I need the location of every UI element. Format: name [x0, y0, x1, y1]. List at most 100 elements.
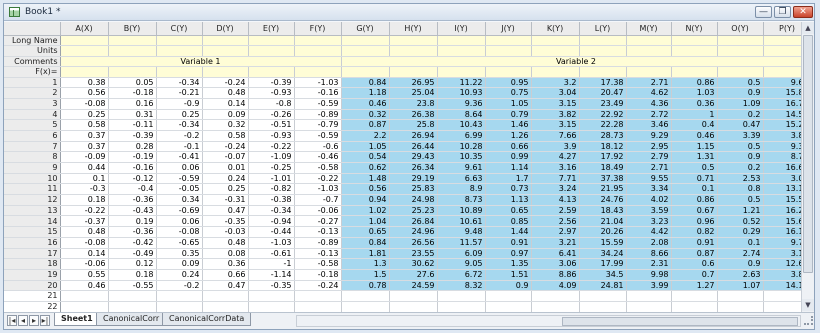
data-cell[interactable]: 0.87 [341, 119, 390, 131]
data-cell[interactable]: 0.25 [202, 183, 249, 196]
row-number[interactable]: 12 [4, 194, 61, 206]
row-number[interactable]: 14 [4, 215, 61, 228]
data-cell[interactable]: 10.93 [437, 87, 486, 99]
data-cell[interactable]: 1.05 [485, 98, 532, 110]
data-cell[interactable]: -1.03 [248, 237, 295, 249]
label-cell[interactable] [763, 66, 801, 78]
data-cell[interactable]: 0.05 [108, 77, 157, 89]
data-cell[interactable]: 0.1 [60, 173, 109, 185]
label-cell[interactable] [60, 35, 109, 46]
data-cell[interactable]: 25.83 [389, 183, 438, 196]
column-header[interactable]: A(X) [60, 22, 109, 36]
data-cell[interactable]: -0.22 [248, 141, 295, 153]
title-bar[interactable]: Book1 * — ❐ ✕ [4, 4, 814, 21]
data-cell[interactable]: 0.5 [671, 162, 718, 174]
data-cell[interactable]: -0.36 [108, 226, 157, 238]
row-number[interactable]: 18 [4, 258, 61, 270]
data-cell[interactable]: 0.8 [717, 183, 764, 196]
data-cell[interactable] [341, 290, 390, 302]
data-cell[interactable] [763, 301, 801, 312]
data-cell[interactable]: 2.53 [717, 173, 764, 185]
data-cell[interactable]: 10.35 [437, 151, 486, 163]
data-cell[interactable]: 0.48 [202, 87, 249, 99]
data-cell[interactable]: -0.43 [108, 205, 157, 217]
data-cell[interactable]: 0.75 [485, 87, 532, 99]
data-cell[interactable]: 20.47 [579, 87, 627, 99]
data-cell[interactable]: -0.18 [294, 269, 342, 281]
data-cell[interactable]: 4.62 [626, 87, 672, 99]
data-cell[interactable]: 0.14 [202, 98, 249, 110]
data-cell[interactable] [485, 301, 532, 312]
data-cell[interactable]: 3.82 [531, 109, 580, 121]
data-cell[interactable]: 26.84 [389, 215, 438, 228]
data-cell[interactable]: 20.26 [579, 226, 627, 238]
data-cell[interactable]: 0.85 [485, 215, 532, 228]
data-cell[interactable]: 3.15 [531, 119, 580, 131]
data-cell[interactable]: 22.92 [579, 109, 627, 121]
data-cell[interactable]: 0.46 [671, 130, 718, 142]
data-cell[interactable]: -0.7 [294, 194, 342, 206]
data-cell[interactable]: 0.55 [60, 269, 109, 281]
row-label[interactable]: F(x)= [4, 66, 61, 78]
data-cell[interactable]: -1.09 [248, 151, 295, 163]
data-cell[interactable]: 0.32 [202, 119, 249, 131]
label-cell[interactable] [437, 45, 486, 57]
data-cell[interactable]: 0.91 [485, 237, 532, 249]
data-cell[interactable] [671, 301, 718, 312]
label-cell[interactable] [341, 35, 390, 46]
data-cell[interactable]: -0.51 [248, 119, 295, 131]
horizontal-scroll-thumb[interactable] [562, 317, 798, 326]
data-cell[interactable] [389, 301, 438, 312]
data-cell[interactable]: 14.59 [763, 109, 801, 121]
data-cell[interactable]: -0.58 [294, 162, 342, 174]
row-number[interactable]: 3 [4, 98, 61, 110]
data-cell[interactable]: -0.18 [108, 87, 157, 99]
data-cell[interactable]: 16.15 [763, 226, 801, 238]
data-cell[interactable]: 1.05 [341, 141, 390, 153]
label-cell[interactable] [108, 66, 157, 78]
label-cell[interactable] [294, 45, 342, 57]
data-cell[interactable]: 24.98 [389, 194, 438, 206]
data-cell[interactable]: -0.59 [294, 130, 342, 142]
label-cell[interactable] [202, 35, 249, 46]
data-cell[interactable]: 0.86 [671, 77, 718, 89]
data-cell[interactable]: 10.89 [437, 205, 486, 217]
data-cell[interactable]: -0.35 [202, 215, 249, 228]
data-cell[interactable]: -0.4 [108, 183, 157, 196]
data-cell[interactable]: 0.73 [485, 183, 532, 196]
data-cell[interactable]: 3.2 [531, 77, 580, 89]
data-cell[interactable]: 30.62 [389, 258, 438, 270]
data-cell[interactable]: -1.03 [294, 77, 342, 89]
data-cell[interactable]: 21.04 [579, 215, 627, 228]
data-cell[interactable]: 0.46 [341, 98, 390, 110]
data-cell[interactable]: 2.63 [717, 269, 764, 281]
label-cell[interactable] [202, 45, 249, 57]
data-cell[interactable]: 0.48 [60, 226, 109, 238]
data-cell[interactable]: -0.82 [248, 183, 295, 196]
data-cell[interactable]: 4.36 [626, 98, 672, 110]
data-cell[interactable]: 1.04 [341, 215, 390, 228]
row-number[interactable]: 4 [4, 109, 61, 121]
data-cell[interactable]: 23.8 [389, 98, 438, 110]
data-cell[interactable]: 9.61 [437, 162, 486, 174]
data-cell[interactable]: 9.78 [763, 237, 801, 249]
data-cell[interactable]: -1.14 [248, 269, 295, 281]
data-cell[interactable] [763, 290, 801, 302]
data-cell[interactable]: 26.38 [389, 109, 438, 121]
close-button[interactable]: ✕ [793, 6, 813, 18]
data-cell[interactable]: 8.64 [437, 109, 486, 121]
label-cell[interactable] [579, 66, 627, 78]
data-cell[interactable]: -0.93 [248, 130, 295, 142]
label-cell[interactable] [389, 45, 438, 57]
data-cell[interactable]: 0.6 [671, 258, 718, 270]
data-cell[interactable]: -0.37 [60, 215, 109, 228]
data-cell[interactable]: 3.15 [531, 98, 580, 110]
data-cell[interactable]: 0.19 [108, 215, 157, 228]
data-cell[interactable]: 26.56 [389, 237, 438, 249]
data-cell[interactable]: 0.71 [671, 173, 718, 185]
data-cell[interactable]: 0.01 [202, 162, 249, 174]
data-cell[interactable]: 0.46 [60, 280, 109, 292]
data-cell[interactable]: 0.5 [717, 141, 764, 153]
data-cell[interactable]: 0.1 [671, 183, 718, 196]
data-cell[interactable]: 9.48 [437, 226, 486, 238]
